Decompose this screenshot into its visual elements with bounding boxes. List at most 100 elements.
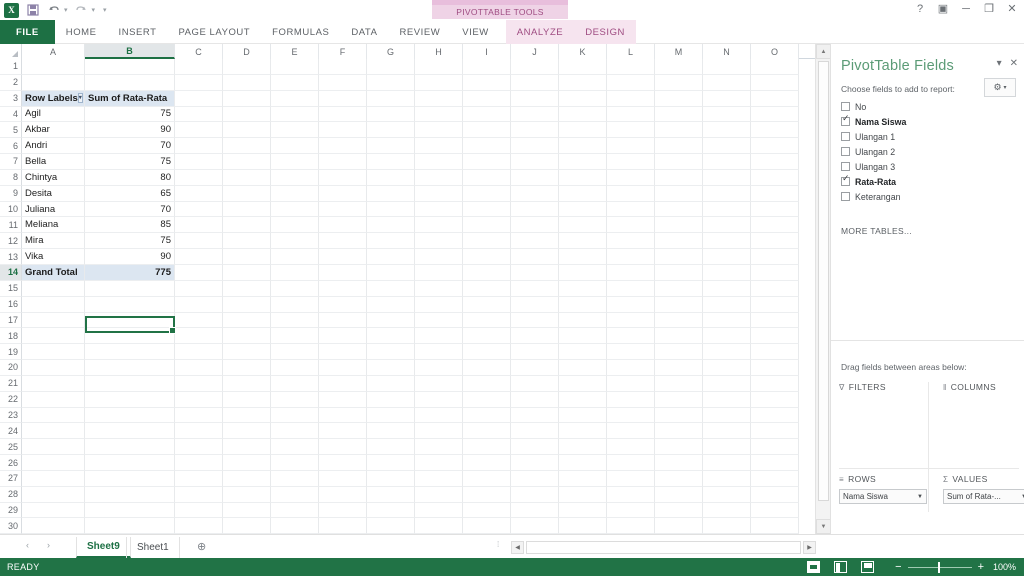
cell-M24[interactable] [655,423,703,440]
cell-A14[interactable]: Grand Total [22,264,85,281]
cell-M26[interactable] [655,455,703,471]
row-header-14[interactable]: 14 [0,264,22,281]
cell-E7[interactable] [271,154,319,170]
cell-I12[interactable] [463,233,511,250]
cell-M19[interactable] [655,344,703,361]
add-sheet-button[interactable]: ⊕ [197,540,206,553]
page-layout-view-button[interactable] [834,561,847,573]
cell-F20[interactable] [319,360,367,376]
cell-O5[interactable] [751,122,799,139]
scroll-right-button[interactable]: ▶ [803,541,816,554]
field-item-ulangan-3[interactable]: Ulangan 3 [841,159,1017,174]
column-header-l[interactable]: L [607,44,655,59]
cell-K3[interactable] [559,90,607,107]
cell-L22[interactable] [607,391,655,408]
cell-B5[interactable]: 90 [85,122,175,139]
cell-H14[interactable] [415,264,463,281]
cell-K16[interactable] [559,296,607,313]
cell-C28[interactable] [175,486,223,503]
cell-J19[interactable] [511,344,559,361]
cell-E17[interactable] [271,312,319,329]
cell-A10[interactable]: Juliana [22,201,85,218]
cell-O12[interactable] [751,233,799,250]
column-header-h[interactable]: H [415,44,463,59]
scroll-down-button[interactable]: ▼ [816,519,831,534]
restore-button[interactable]: ❐ [983,2,995,16]
cell-C12[interactable] [175,233,223,250]
cell-L12[interactable] [607,233,655,250]
cell-D30[interactable] [223,518,271,535]
cell-G15[interactable] [367,280,415,297]
cell-G6[interactable] [367,138,415,155]
cell-E2[interactable] [271,74,319,91]
cell-G2[interactable] [367,74,415,91]
cell-A24[interactable] [22,423,85,440]
cell-K6[interactable] [559,138,607,155]
cell-A1[interactable] [22,59,85,75]
pivot-panel-tools-button[interactable]: ⚙ ▾ [984,78,1016,97]
column-header-b[interactable]: B [85,44,175,59]
cell-A12[interactable]: Mira [22,233,85,250]
field-item-rata-rata[interactable]: Rata-Rata [841,174,1017,189]
cell-B10[interactable]: 70 [85,201,175,218]
cell-F29[interactable] [319,502,367,519]
cell-C24[interactable] [175,423,223,440]
cell-N28[interactable] [703,486,751,503]
cell-F3[interactable] [319,90,367,107]
cell-F16[interactable] [319,296,367,313]
cell-L8[interactable] [607,169,655,186]
cell-F6[interactable] [319,138,367,155]
cell-J22[interactable] [511,391,559,408]
cell-N12[interactable] [703,233,751,250]
cell-H21[interactable] [415,375,463,392]
cell-N3[interactable] [703,90,751,107]
cell-O15[interactable] [751,280,799,297]
vertical-scrollbar[interactable]: ▲ ▼ [815,44,831,534]
cell-N8[interactable] [703,169,751,186]
cell-A27[interactable] [22,470,85,487]
cell-B26[interactable] [85,455,175,471]
cell-G20[interactable] [367,360,415,376]
row-header-17[interactable]: 17 [0,312,22,329]
ribbon-tab-review[interactable]: REVIEW [388,20,451,44]
cell-J18[interactable] [511,328,559,345]
cell-D28[interactable] [223,486,271,503]
cell-M18[interactable] [655,328,703,345]
cell-D23[interactable] [223,407,271,424]
cell-F26[interactable] [319,455,367,471]
cell-H8[interactable] [415,169,463,186]
cell-B9[interactable]: 65 [85,185,175,202]
cell-E10[interactable] [271,201,319,218]
cell-D22[interactable] [223,391,271,408]
cell-A20[interactable] [22,360,85,376]
cell-B29[interactable] [85,502,175,519]
cell-G21[interactable] [367,375,415,392]
cell-N4[interactable] [703,106,751,123]
field-item-ulangan-1[interactable]: Ulangan 1 [841,129,1017,144]
cell-D8[interactable] [223,169,271,186]
cell-D1[interactable] [223,59,271,75]
cell-O1[interactable] [751,59,799,75]
cell-B4[interactable]: 75 [85,106,175,123]
cell-B12[interactable]: 75 [85,233,175,250]
field-item-no[interactable]: No [841,99,1017,114]
cell-A17[interactable] [22,312,85,329]
cell-A23[interactable] [22,407,85,424]
cell-B20[interactable] [85,360,175,376]
cell-J3[interactable] [511,90,559,107]
cell-H28[interactable] [415,486,463,503]
cell-B18[interactable] [85,328,175,345]
cell-K1[interactable] [559,59,607,75]
cell-K18[interactable] [559,328,607,345]
cell-H15[interactable] [415,280,463,297]
row-header-25[interactable]: 25 [0,439,22,456]
cell-M22[interactable] [655,391,703,408]
cell-C5[interactable] [175,122,223,139]
column-header-n[interactable]: N [703,44,751,59]
cell-O11[interactable] [751,217,799,234]
cell-K10[interactable] [559,201,607,218]
cell-M30[interactable] [655,518,703,535]
cell-M25[interactable] [655,439,703,456]
cell-O14[interactable] [751,264,799,281]
cell-G1[interactable] [367,59,415,75]
